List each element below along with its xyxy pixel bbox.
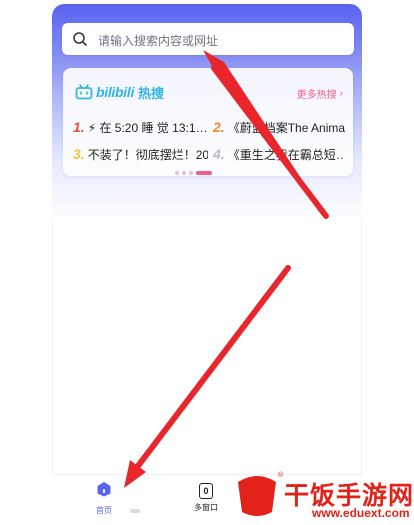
registered-mark: ® — [278, 472, 284, 479]
annotation-arrows — [124, 50, 329, 488]
watermark-logo-icon — [238, 476, 276, 516]
watermark-url: www.eduext.com — [312, 506, 410, 520]
site-watermark: ® 干饭手游网 www.eduext.com — [234, 470, 414, 525]
